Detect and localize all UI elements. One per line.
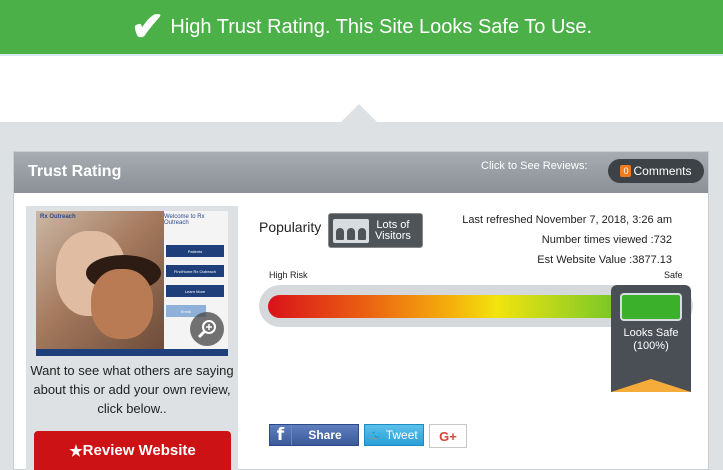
panel-title: Trust Rating: [28, 163, 122, 180]
tweet-button[interactable]: 🐦 Tweet: [364, 424, 424, 446]
thumbnail-logo: Rx Outreach: [40, 214, 76, 220]
pointer-notch: [341, 104, 377, 122]
trust-meter-marker: Looks Safe (100%): [611, 285, 691, 392]
marker-percent: (100%): [633, 340, 669, 352]
trust-rating-panel: Trust Rating Click to See Reviews: 0 Com…: [13, 151, 709, 470]
thumbnail-menu-item: FindHome Rx Outreach: [166, 265, 224, 277]
comment-count-badge: 0: [620, 165, 632, 177]
panel-header: Trust Rating Click to See Reviews: 0 Com…: [14, 152, 708, 193]
review-website-button[interactable]: ★ Review Website: [34, 431, 231, 470]
facebook-share-label: Share: [308, 428, 342, 442]
visitors-text: Lots of Visitors: [375, 218, 411, 242]
safe-label: Safe: [664, 270, 683, 280]
comments-label: Comments: [633, 164, 692, 178]
people-icon: [333, 218, 369, 243]
website-thumbnail[interactable]: Rx Outreach Welcome to Rx Outreach Patie…: [36, 211, 228, 356]
safe-indicator: [620, 293, 682, 321]
reviews-label: Click to See Reviews:: [481, 160, 588, 172]
visitors-line1: Lots of: [376, 218, 410, 231]
thumbnail-menu-item: Patients: [166, 245, 224, 257]
review-prompt: Want to see what others are saying about…: [30, 363, 234, 416]
site-stats: Last refreshed November 7, 2018, 3:26 am…: [434, 213, 672, 273]
twitter-bird-icon: 🐦: [370, 429, 383, 441]
visitors-line2: Visitors: [375, 229, 411, 242]
marker-text: Looks Safe (100%): [611, 327, 691, 353]
person-icon: [346, 227, 355, 240]
high-risk-label: High Risk: [269, 270, 308, 280]
thumbnail-welcome: Welcome to Rx Outreach: [164, 214, 205, 226]
google-plus-button[interactable]: G+: [429, 424, 467, 448]
comments-button[interactable]: 0 Comments: [608, 159, 704, 183]
trust-banner: ✔ High Trust Rating. This Site Looks Saf…: [0, 0, 723, 56]
tweet-label: Tweet: [385, 428, 418, 442]
person-icon: [357, 227, 366, 240]
marker-arrow-icon: [611, 379, 691, 392]
review-button-label: Review Website: [82, 442, 196, 459]
lots-of-visitors-badge: Lots of Visitors: [328, 213, 423, 248]
marker-status: Looks Safe: [623, 327, 679, 339]
thumbnail-face-child: [91, 269, 153, 339]
times-viewed: Number times viewed :732: [541, 234, 672, 246]
zoom-icon[interactable]: [190, 312, 224, 346]
last-refreshed: Last refreshed November 7, 2018, 3:26 am: [462, 214, 672, 226]
review-sidebar: Rx Outreach Welcome to Rx Outreach Patie…: [26, 206, 238, 470]
website-value: Est Website Value :3877.13: [537, 254, 672, 266]
thumbnail-menu-item: Learn More: [166, 285, 224, 297]
facebook-share-button[interactable]: f Share: [269, 424, 359, 446]
thumbnail-footer: [36, 349, 228, 356]
popularity-label: Popularity: [259, 219, 322, 235]
star-icon: ★: [69, 442, 83, 460]
person-icon: [336, 227, 345, 240]
check-icon: ✔: [130, 5, 165, 49]
banner-text: High Trust Rating. This Site Looks Safe …: [170, 15, 593, 38]
facebook-icon: f: [270, 425, 292, 445]
